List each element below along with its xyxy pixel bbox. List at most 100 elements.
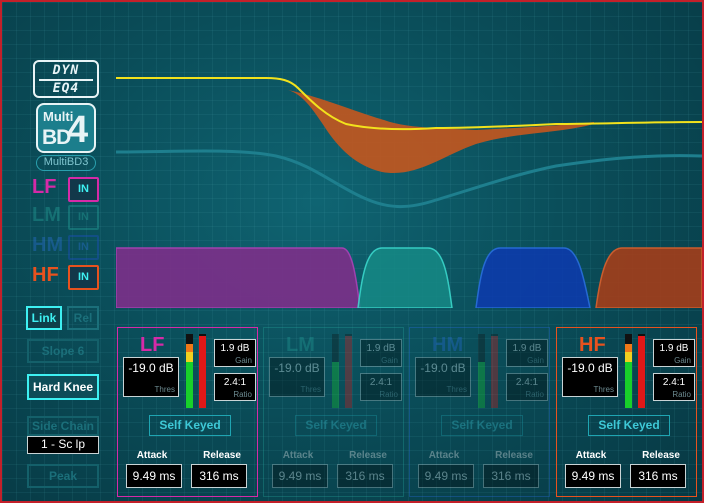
attack-field-lf[interactable]: 9.49 ms — [126, 464, 182, 488]
attack-field-hm[interactable]: 9.49 ms — [418, 464, 474, 488]
band-in-button-lm[interactable]: IN — [68, 205, 99, 230]
gain-label-hm: Gain — [527, 356, 544, 365]
band-in-button-lf[interactable]: IN — [68, 177, 99, 202]
ratio-value-hm: 2.4:1 — [515, 377, 539, 388]
eq-display-graph[interactable] — [116, 16, 702, 308]
attack-field-lm[interactable]: 9.49 ms — [272, 464, 328, 488]
attack-label-lm: Attack — [282, 450, 314, 461]
gain-value-lm: 1.9 dB — [366, 343, 396, 354]
release-label-hf: Release — [642, 450, 680, 461]
ratio-label-hf: Ratio — [672, 390, 691, 399]
link-button[interactable]: Link — [26, 306, 62, 330]
input-meter-lm — [332, 334, 339, 408]
gain-reduction-meter-hm — [491, 334, 498, 408]
ratio-field-lf[interactable]: 2.4:1 Ratio — [214, 373, 256, 401]
band-label-lf: LF — [32, 176, 57, 198]
band-in-button-hf[interactable]: IN — [68, 265, 99, 290]
dyn-eq4-logo-button[interactable]: DYN EQ4 — [33, 60, 99, 98]
multibd4-logo-button[interactable]: Multi BD 4 — [36, 103, 96, 153]
side-chain-button[interactable]: Side Chain — [27, 416, 99, 436]
ratio-value-hf: 2.4:1 — [662, 377, 686, 388]
band-shape-lf — [116, 247, 361, 308]
release-label-hm: Release — [495, 450, 533, 461]
threshold-label-lf: Thres — [154, 385, 175, 394]
gain-value-hm: 1.9 dB — [512, 343, 542, 354]
gain-reduction-meter-hf — [638, 334, 645, 408]
gain-label-lm: Gain — [381, 356, 398, 365]
gain-field-hf[interactable]: 1.9 dB Gain — [653, 339, 695, 367]
gain-field-lf[interactable]: 1.9 dB Gain — [214, 339, 256, 367]
rel-button[interactable]: Rel — [67, 306, 99, 330]
self-keyed-button-hm[interactable]: Self Keyed — [441, 415, 523, 436]
attack-label-hm: Attack — [428, 450, 460, 461]
band-shape-hm — [475, 247, 591, 308]
band-module-hf: HF -19.0 dB Thres 1.9 dB Gain 2.4:1 Rati… — [556, 327, 697, 497]
threshold-value-hm: -19.0 dB — [420, 361, 466, 375]
input-meter-hm — [478, 334, 485, 408]
attack-field-hf[interactable]: 9.49 ms — [565, 464, 621, 488]
gain-value-hf: 1.9 dB — [659, 343, 689, 354]
input-meter-hf — [625, 334, 632, 408]
peak-button[interactable]: Peak — [27, 464, 99, 488]
multibd4-line3: 4 — [67, 109, 89, 151]
threshold-label-hm: Thres — [446, 385, 467, 394]
dyneq-line2: EQ4 — [52, 81, 80, 96]
gain-field-lm[interactable]: 1.9 dB Gain — [360, 339, 402, 367]
threshold-field-lf[interactable]: -19.0 dB Thres — [123, 357, 179, 397]
module-name-lm: LM — [286, 334, 315, 356]
threshold-field-lm[interactable]: -19.0 dB Thres — [269, 357, 325, 397]
band-module-lf: LF -19.0 dB Thres 1.9 dB Gain 2.4:1 Rati… — [117, 327, 258, 497]
ratio-value-lf: 2.4:1 — [223, 377, 247, 388]
ratio-field-hm[interactable]: 2.4:1 Ratio — [506, 373, 548, 401]
ratio-value-lm: 2.4:1 — [369, 377, 393, 388]
gain-label-lf: Gain — [235, 356, 252, 365]
release-field-lf[interactable]: 316 ms — [191, 464, 247, 488]
ratio-field-hf[interactable]: 2.4:1 Ratio — [653, 373, 695, 401]
module-name-lf: LF — [140, 334, 165, 356]
gain-reduction-meter-lm — [345, 334, 352, 408]
band-shape-lm — [357, 247, 453, 308]
gain-field-hm[interactable]: 1.9 dB Gain — [506, 339, 548, 367]
release-label-lf: Release — [203, 450, 241, 461]
release-field-hf[interactable]: 316 ms — [630, 464, 686, 488]
side-chain-select[interactable]: 1 - Sc lp — [27, 436, 99, 454]
slope-button[interactable]: Slope 6 — [27, 339, 99, 363]
attack-label-lf: Attack — [136, 450, 168, 461]
band-module-lm: LM -19.0 dB Thres 1.9 dB Gain 2.4:1 Rati… — [263, 327, 404, 497]
plugin-window: DYN EQ4 Multi BD 4 MultiBD3 LF IN LM IN … — [0, 0, 704, 503]
threshold-field-hm[interactable]: -19.0 dB Thres — [415, 357, 471, 397]
threshold-field-hf[interactable]: -19.0 dB Thres — [562, 357, 618, 397]
dynamic-gain-fill — [288, 90, 594, 174]
module-name-hf: HF — [579, 334, 606, 356]
self-keyed-button-hf[interactable]: Self Keyed — [588, 415, 670, 436]
threshold-label-lm: Thres — [300, 385, 321, 394]
hard-knee-button[interactable]: Hard Knee — [27, 374, 99, 400]
band-label-hm: HM — [32, 234, 64, 256]
self-keyed-button-lf[interactable]: Self Keyed — [149, 415, 231, 436]
gain-value-lf: 1.9 dB — [220, 343, 250, 354]
gain-reduction-meter-lf — [199, 334, 206, 408]
band-label-hf: HF — [32, 264, 59, 286]
attack-label-hf: Attack — [575, 450, 607, 461]
threshold-value-lm: -19.0 dB — [274, 361, 320, 375]
release-field-lm[interactable]: 316 ms — [337, 464, 393, 488]
gain-label-hf: Gain — [674, 356, 691, 365]
threshold-value-lf: -19.0 dB — [128, 361, 174, 375]
release-field-hm[interactable]: 316 ms — [483, 464, 539, 488]
threshold-value-hf: -19.0 dB — [567, 361, 613, 375]
band-label-lm: LM — [32, 204, 61, 226]
ratio-label-hm: Ratio — [525, 390, 544, 399]
band-in-button-hm[interactable]: IN — [68, 235, 99, 260]
self-keyed-button-lm[interactable]: Self Keyed — [295, 415, 377, 436]
band-shape-hf — [595, 247, 702, 308]
band-module-hm: HM -19.0 dB Thres 1.9 dB Gain 2.4:1 Rati… — [409, 327, 550, 497]
dyneq-line1: DYN — [52, 63, 80, 78]
module-name-hm: HM — [432, 334, 464, 356]
ratio-field-lm[interactable]: 2.4:1 Ratio — [360, 373, 402, 401]
multibd3-button[interactable]: MultiBD3 — [36, 155, 96, 171]
eq-response-curve — [116, 77, 702, 131]
release-label-lm: Release — [349, 450, 387, 461]
input-meter-lf — [186, 334, 193, 408]
ratio-label-lf: Ratio — [233, 390, 252, 399]
threshold-label-hf: Thres — [593, 385, 614, 394]
